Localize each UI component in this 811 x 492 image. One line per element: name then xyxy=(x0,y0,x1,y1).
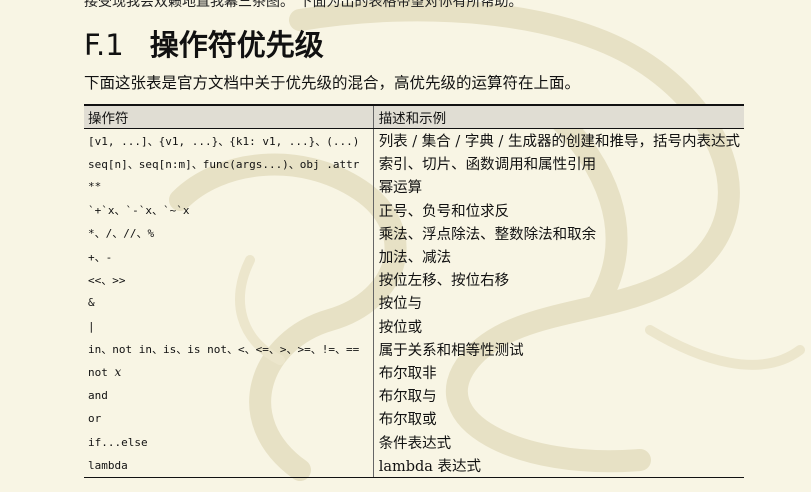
table-row: | 按位或 xyxy=(84,314,744,338)
description-cell: 索引、切片、函数调用和属性引用 xyxy=(372,152,744,176)
table-row: in、not in、is、is not、<、<=、>、>=、!=、== 属于关系… xyxy=(84,337,744,361)
section-title: 操作符优先级 xyxy=(149,28,324,62)
description-cell: 乘法、浮点除法、整数除法和取余 xyxy=(372,221,744,245)
operator-cell: seq[n]、seq[n:m]、func(args...)、obj .attr xyxy=(88,157,360,171)
table-row: +、- 加法、减法 xyxy=(84,244,744,269)
operator-keyword: not xyxy=(88,366,115,380)
section-number: F.1 xyxy=(84,28,124,62)
description-cell: 布尔取非 xyxy=(372,360,744,385)
operator-cell: <<、>> xyxy=(88,273,126,287)
description-cell: 幂运算 xyxy=(372,175,744,199)
table-row: [v1, ...]、{v1, ...}、{k1: v1, ...}、(...) … xyxy=(84,128,744,153)
table-row: if...else 条件表达式 xyxy=(84,430,744,454)
table-row: seq[n]、seq[n:m]、func(args...)、obj .attr … xyxy=(84,152,744,176)
operator-cell: if...else xyxy=(88,435,148,449)
description-cell: 条件表达式 xyxy=(372,430,744,454)
header-operator: 操作符 xyxy=(84,104,374,129)
operator-cell: not x xyxy=(84,361,373,384)
description-cell: 布尔取与 xyxy=(372,384,744,408)
table-row: or 布尔取或 xyxy=(84,407,744,431)
description-cell: 正号、负号和位求反 xyxy=(372,198,744,222)
table-row: and 布尔取与 xyxy=(84,384,744,408)
description-cell: 按位左移、按位右移 xyxy=(372,268,744,292)
header-description: 描述和示例 xyxy=(372,104,744,129)
operator-cell: `+`x、`-`x、`~`x xyxy=(88,204,190,218)
description-cell: 按位与 xyxy=(372,291,744,315)
previous-paragraph-fragment: 接受现我会双籁地直我幕三茶图。 下面为出的表格带望对你有所帮助。 xyxy=(84,0,523,10)
table-row: <<、>> 按位左移、按位右移 xyxy=(84,268,744,292)
description-cell: 加法、减法 xyxy=(372,244,744,269)
description-cell: 属于关系和相等性测试 xyxy=(372,337,744,361)
table-header-row: 操作符 描述和示例 xyxy=(84,104,744,129)
table-row: not x 布尔取非 xyxy=(84,360,744,385)
table-row: *、/、//、% 乘法、浮点除法、整数除法和取余 xyxy=(84,221,744,245)
operator-cell: in、not in、is、is not、<、<=、>、>=、!=、== xyxy=(88,343,360,357)
description-cell: 布尔取或 xyxy=(372,407,744,431)
description-cell: lambda 表达式 xyxy=(372,453,744,478)
operator-cell: or xyxy=(88,412,102,426)
table-row: & 按位与 xyxy=(84,291,744,315)
table-row: ** 幂运算 xyxy=(84,175,744,199)
operator-precedence-table: 操作符 描述和示例 [v1, ...]、{v1, ...}、{k1: v1, .… xyxy=(84,104,744,478)
operator-cell: and xyxy=(88,389,108,403)
operator-cell: ** xyxy=(88,180,102,194)
section-heading: F.1 操作符优先级 xyxy=(84,22,324,64)
operator-cell: *、/、//、% xyxy=(88,227,155,241)
table-row: `+`x、`-`x、`~`x 正号、负号和位求反 xyxy=(84,198,744,222)
description-cell: 按位或 xyxy=(372,314,744,338)
operator-cell: | xyxy=(88,319,95,333)
operator-cell: [v1, ...]、{v1, ...}、{k1: v1, ...}、(...) xyxy=(88,134,360,148)
operator-cell: +、- xyxy=(88,250,113,264)
table-row: lambda lambda 表达式 xyxy=(84,453,744,478)
description-cell: 列表 / 集合 / 字典 / 生成器的创建和推导，括号内表达式 xyxy=(372,128,744,153)
intro-paragraph: 下面这张表是官方文档中关于优先级的混合，高优先级的运算符在上面。 xyxy=(84,74,581,92)
operator-variable: x xyxy=(114,365,122,380)
operator-cell: & xyxy=(88,296,95,310)
operator-cell: lambda xyxy=(84,453,374,478)
